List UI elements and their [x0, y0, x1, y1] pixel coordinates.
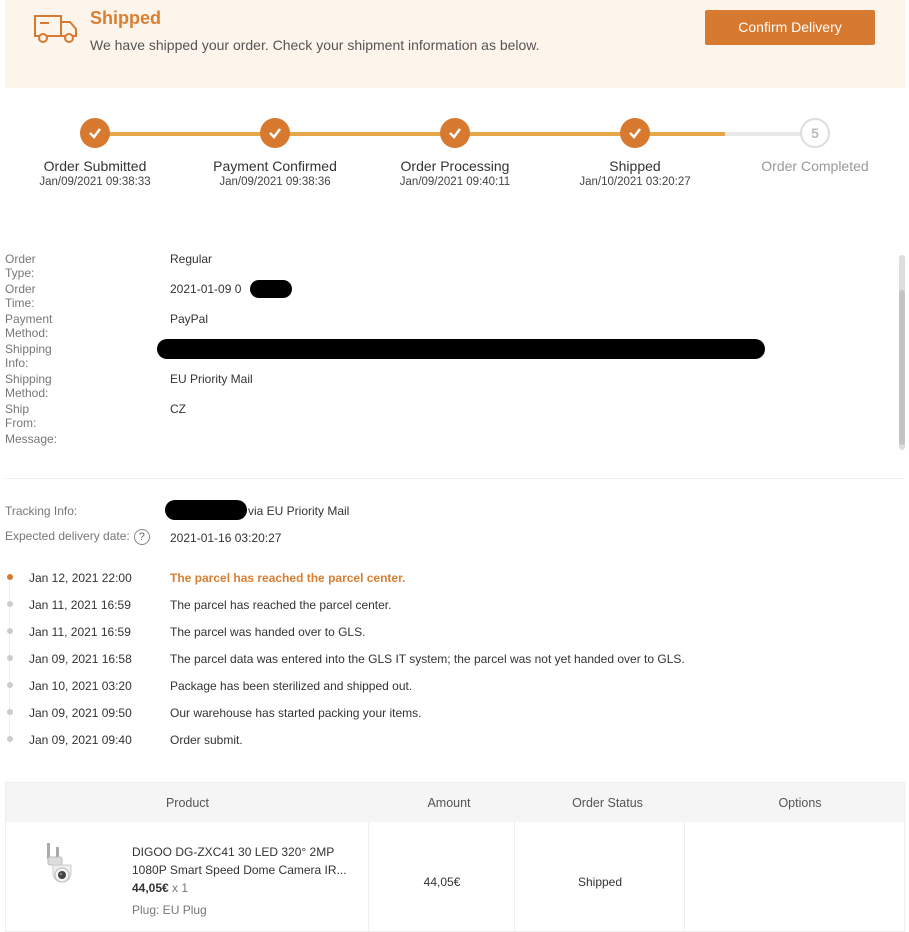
step-payment-confirmed: Payment Confirmed Jan/09/2021 09:38:36: [185, 118, 365, 188]
product-name[interactable]: DIGOO DG-ZXC41 30 LED 320° 2MP 1080P Sma…: [132, 843, 362, 879]
timeline-dot: [7, 682, 13, 688]
info-key: Payment Method:: [5, 312, 53, 340]
timeline-date: Jan 12, 2021 22:00: [29, 571, 132, 585]
timeline-dot: [7, 574, 13, 580]
header-product: Product: [165, 796, 210, 810]
step-label: Shipped: [609, 158, 661, 174]
header-amount: Amount: [427, 796, 471, 810]
step-label: Order Processing: [400, 158, 510, 174]
timeline-dot: [7, 655, 13, 661]
divider: [5, 478, 905, 479]
info-value: CZ: [170, 402, 186, 416]
info-key: Order Time:: [5, 282, 36, 310]
timeline-dot: [7, 628, 13, 634]
product-name-line2: 1080P Smart Speed Dome Camera IR...: [132, 863, 347, 877]
quantity: x 1: [172, 881, 189, 895]
shipment-banner: Shipped We have shipped your order. Chec…: [5, 0, 905, 88]
step-time: Jan/10/2021 03:20:27: [579, 176, 691, 188]
check-icon: [440, 118, 470, 148]
timeline-dot: [7, 736, 13, 742]
step-order-completed: 5 Order Completed: [725, 118, 905, 174]
step-label: Order Submitted: [43, 158, 147, 174]
info-value: Regular: [170, 252, 213, 266]
step-label: Payment Confirmed: [213, 158, 337, 174]
step-time: Jan/09/2021 09:38:36: [219, 176, 331, 188]
timeline-text: The parcel was handed over to GLS.: [170, 625, 366, 639]
expected-delivery-value: 2021-01-16 03:20:27: [170, 531, 282, 545]
order-status-value: Shipped: [577, 875, 623, 889]
timeline-dot: [7, 709, 13, 715]
expected-delivery-label: Expected delivery date:?: [5, 529, 150, 545]
info-key: Order Type:: [5, 252, 36, 280]
banner-subtitle: We have shipped your order. Check your s…: [90, 37, 540, 53]
info-value: EU Priority Mail: [170, 372, 253, 386]
confirm-delivery-button[interactable]: Confirm Delivery: [705, 10, 875, 45]
product-price: 44,05€ x 1: [132, 881, 188, 895]
amount-value: 44,05€: [423, 875, 461, 889]
table-header: Product Amount Order Status Options: [6, 783, 904, 822]
timeline-date: Jan 09, 2021 09:40: [29, 733, 132, 747]
step-label: Order Completed: [761, 158, 869, 174]
tracking-info-value: via EU Priority Mail: [248, 504, 350, 518]
product-variant: Plug: EU Plug: [132, 903, 207, 917]
info-key: Ship From:: [5, 402, 37, 430]
truck-icon: [34, 15, 77, 43]
info-value: PayPal: [170, 312, 209, 326]
expected-delivery-row: Expected delivery date:? 2021-01-16 03:2…: [5, 527, 605, 549]
check-icon: [620, 118, 650, 148]
price-value: 44,05€: [132, 881, 169, 895]
timeline-text: The parcel has reached the parcel center…: [170, 598, 392, 612]
expected-delivery-text: Expected delivery date:: [5, 529, 130, 543]
info-key: Message:: [5, 432, 58, 446]
product-name-line1: DIGOO DG-ZXC41 30 LED 320° 2MP: [132, 845, 335, 859]
product-table: Product Amount Order Status Options DIGO…: [5, 782, 905, 932]
banner-title: Shipped: [90, 8, 161, 28]
info-value: 2021-01-09 0: [170, 282, 242, 296]
header-options: Options: [778, 796, 822, 810]
step-time: Jan/09/2021 09:40:11: [399, 176, 511, 188]
product-image[interactable]: [44, 843, 80, 895]
timeline-date: Jan 09, 2021 16:58: [29, 652, 132, 666]
check-icon: [80, 118, 110, 148]
timeline-date: Jan 11, 2021 16:59: [29, 598, 131, 612]
tracking-info-label: Tracking Info:: [5, 504, 78, 518]
info-key: Shipping Info:: [5, 342, 52, 370]
redaction: [157, 339, 765, 359]
step-order-processing: Order Processing Jan/09/2021 09:40:11: [365, 118, 545, 188]
scrollbar[interactable]: [899, 255, 905, 450]
timeline-text: The parcel data was entered into the GLS…: [170, 652, 685, 666]
step-shipped: Shipped Jan/10/2021 03:20:27: [545, 118, 725, 188]
info-key: Shipping Method:: [5, 372, 52, 400]
timeline-date: Jan 10, 2021 03:20: [29, 679, 132, 693]
timeline-text: Order submit.: [170, 733, 243, 747]
timeline-date: Jan 11, 2021 16:59: [29, 625, 131, 639]
check-icon: [260, 118, 290, 148]
timeline-text: The parcel has reached the parcel center…: [170, 571, 406, 585]
step-time: Jan/09/2021 09:38:33: [39, 176, 151, 188]
tracking-info-row: Tracking Info: via EU Priority Mail: [5, 500, 605, 522]
order-progress: Order Submitted Jan/09/2021 09:38:33 Pay…: [0, 100, 909, 220]
help-icon[interactable]: ?: [133, 529, 150, 545]
step-number: 5: [800, 118, 830, 148]
redaction: [250, 280, 292, 298]
timeline-text: Package has been sterilized and shipped …: [170, 679, 413, 693]
step-order-submitted: Order Submitted Jan/09/2021 09:38:33: [5, 118, 185, 188]
scrollbar-thumb[interactable]: [899, 290, 905, 445]
timeline-dot: [7, 601, 13, 607]
redaction: [165, 500, 247, 520]
timeline-text: Our warehouse has started packing your i…: [170, 706, 422, 720]
timeline-date: Jan 09, 2021 09:50: [29, 706, 132, 720]
header-order-status: Order Status: [572, 796, 643, 810]
